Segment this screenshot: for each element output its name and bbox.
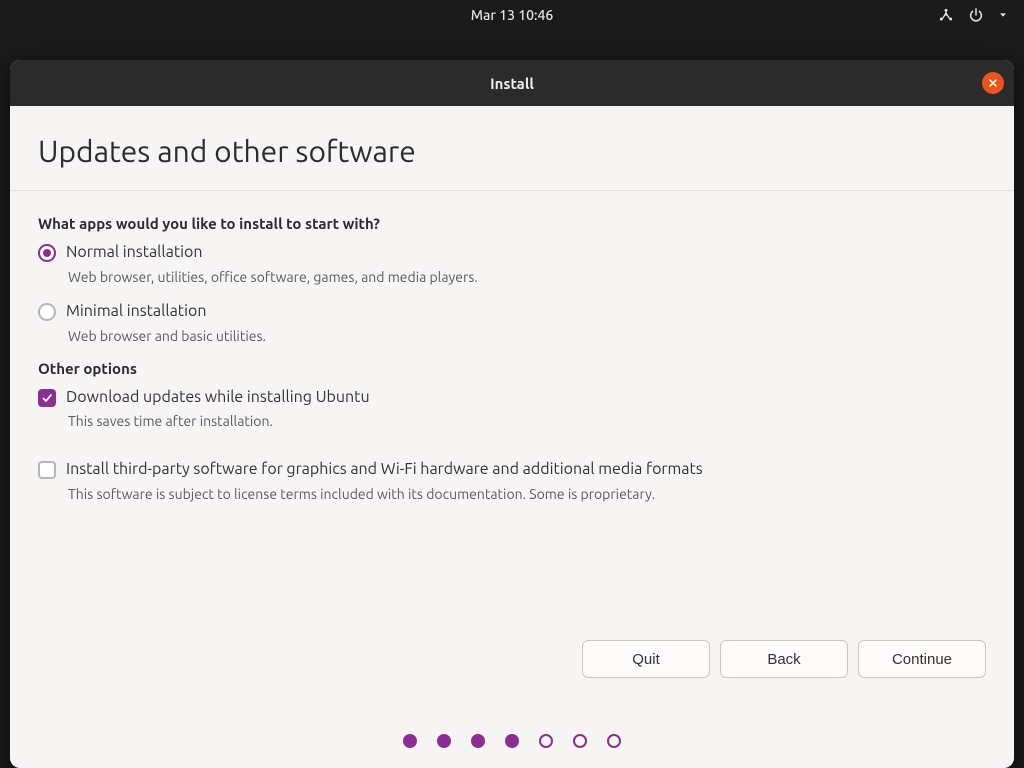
back-button[interactable]: Back bbox=[720, 640, 848, 678]
progress-dot-7 bbox=[607, 734, 621, 748]
window-title: Install bbox=[490, 75, 534, 92]
network-icon bbox=[938, 7, 954, 23]
clock-label: Mar 13 10:46 bbox=[471, 7, 554, 23]
minimal-install-option[interactable]: Minimal installation bbox=[38, 301, 986, 322]
third-party-option[interactable]: Install third-party software for graphic… bbox=[38, 459, 986, 480]
chevron-down-icon bbox=[998, 10, 1008, 20]
download-updates-label: Download updates while installing Ubuntu bbox=[66, 387, 370, 408]
normal-install-label: Normal installation bbox=[66, 242, 203, 263]
apps-question: What apps would you like to install to s… bbox=[38, 215, 986, 232]
download-updates-checkbox[interactable] bbox=[38, 389, 56, 407]
other-options-heading: Other options bbox=[38, 360, 986, 377]
normal-install-desc: Web browser, utilities, office software,… bbox=[68, 269, 986, 285]
content-area: Updates and other software What apps wou… bbox=[10, 106, 1014, 632]
minimal-install-radio[interactable] bbox=[38, 303, 56, 321]
close-icon bbox=[987, 75, 999, 92]
progress-dot-4 bbox=[505, 734, 519, 748]
divider bbox=[10, 190, 1014, 191]
minimal-install-desc: Web browser and basic utilities. bbox=[68, 328, 986, 344]
progress-dot-2 bbox=[437, 734, 451, 748]
third-party-desc: This software is subject to license term… bbox=[68, 486, 986, 502]
button-row: Quit Back Continue bbox=[10, 632, 1014, 678]
quit-button[interactable]: Quit bbox=[582, 640, 710, 678]
top-panel: Mar 13 10:46 bbox=[0, 0, 1024, 30]
installer-window: Install Updates and other software What … bbox=[10, 60, 1014, 768]
progress-dot-3 bbox=[471, 734, 485, 748]
system-status-area[interactable] bbox=[938, 7, 1008, 23]
normal-install-option[interactable]: Normal installation bbox=[38, 242, 986, 263]
normal-install-radio[interactable] bbox=[38, 244, 56, 262]
progress-dots bbox=[10, 678, 1014, 768]
progress-dot-5 bbox=[539, 734, 553, 748]
minimal-install-label: Minimal installation bbox=[66, 301, 206, 322]
window-titlebar: Install bbox=[10, 60, 1014, 106]
third-party-label: Install third-party software for graphic… bbox=[66, 459, 703, 480]
progress-dot-1 bbox=[403, 734, 417, 748]
continue-button[interactable]: Continue bbox=[858, 640, 986, 678]
page-title: Updates and other software bbox=[38, 134, 986, 168]
third-party-checkbox[interactable] bbox=[38, 461, 56, 479]
power-icon bbox=[968, 7, 984, 23]
progress-dot-6 bbox=[573, 734, 587, 748]
spacer bbox=[38, 445, 986, 459]
download-updates-desc: This saves time after installation. bbox=[68, 413, 986, 429]
download-updates-option[interactable]: Download updates while installing Ubuntu bbox=[38, 387, 986, 408]
close-button[interactable] bbox=[982, 72, 1004, 94]
